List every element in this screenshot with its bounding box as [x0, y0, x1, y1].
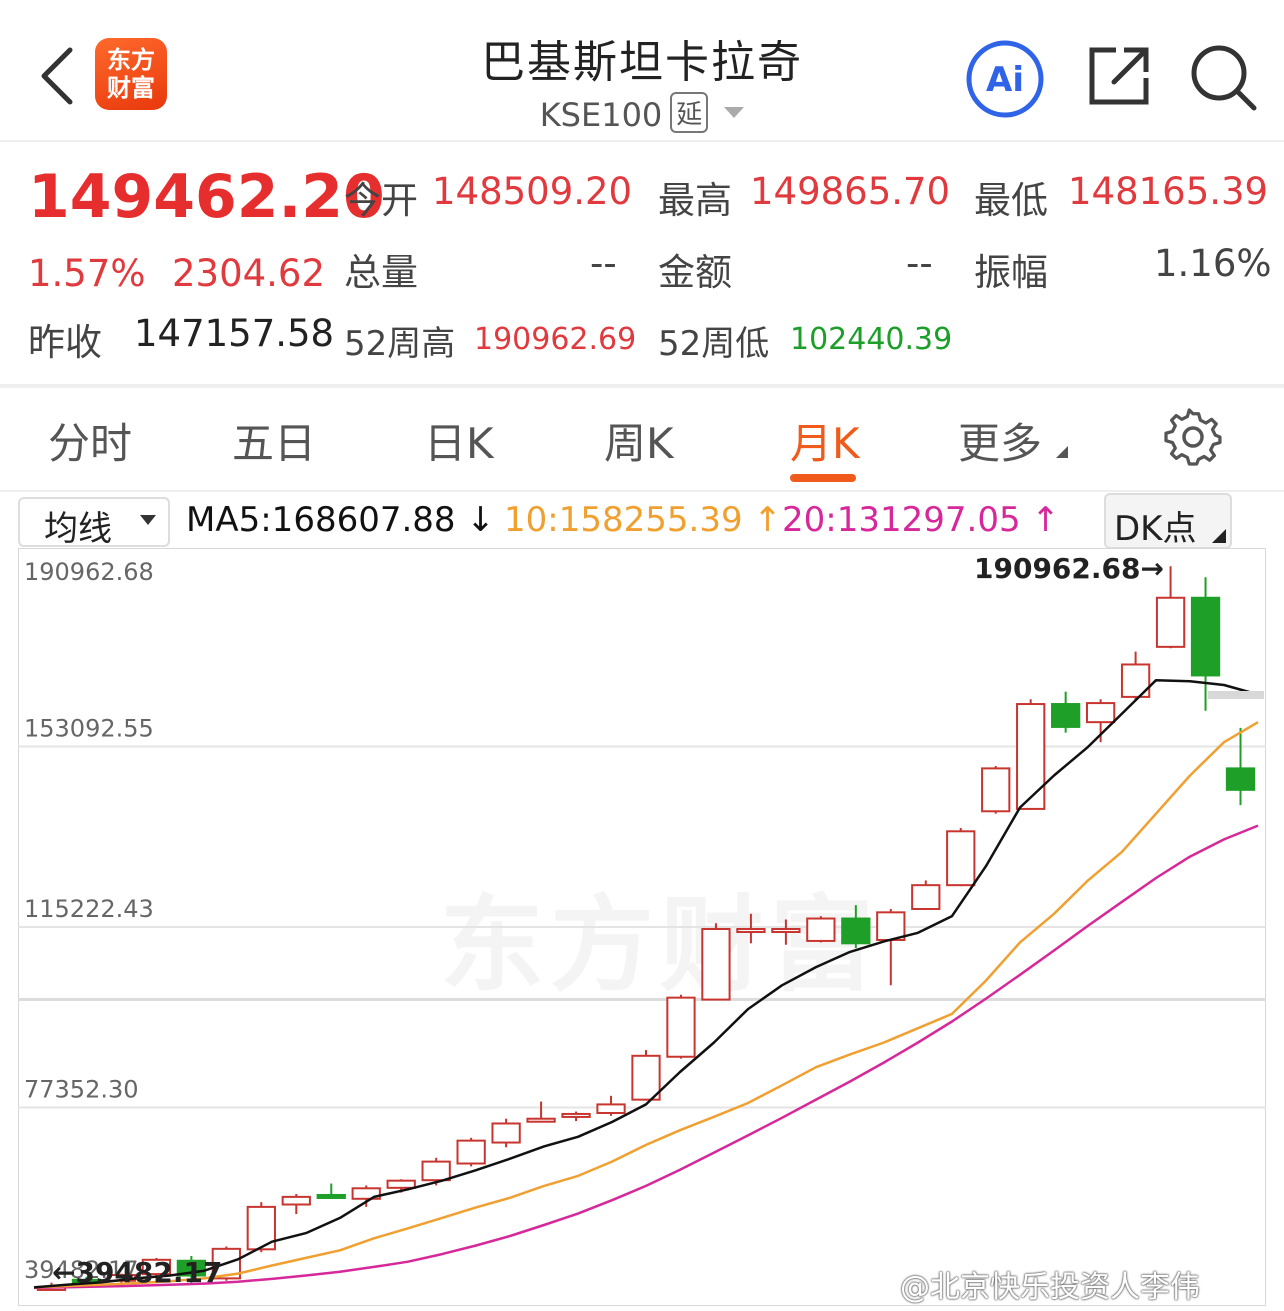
candle-body: [491, 1122, 521, 1144]
indicator-select[interactable]: 均线: [18, 497, 170, 549]
candle-body: [1190, 596, 1221, 677]
week52-high-label: 52周高: [344, 324, 456, 364]
candle-body: [701, 928, 731, 1001]
moving-average-lines: [33, 678, 1259, 1290]
amount-value: --: [906, 242, 933, 285]
candle-body: [806, 917, 836, 942]
ma5-readout: MA5:168607.88 ↓: [186, 500, 495, 540]
tab-monthly-k[interactable]: 月K: [790, 410, 860, 471]
candle-body: [561, 1112, 591, 1118]
candle-body: [386, 1179, 416, 1189]
share-icon[interactable]: [1086, 44, 1152, 108]
high-value: 149865.70: [750, 170, 951, 213]
tab-five-day[interactable]: 五日: [232, 410, 316, 471]
candle-body: [1225, 767, 1256, 791]
caret-down-icon: [140, 515, 156, 525]
candle-body: [456, 1139, 486, 1165]
week52-low-value: 102440.39: [790, 322, 953, 357]
candle-body: [631, 1054, 661, 1101]
candle-body: [596, 1103, 626, 1114]
candle-body: [841, 917, 871, 945]
corner-caret-icon: [1212, 529, 1226, 543]
y-tick-label: 77352.30: [24, 1076, 139, 1104]
tab-weekly-k[interactable]: 周K: [604, 410, 674, 471]
dk-point-label: DK点: [1114, 509, 1197, 549]
amplitude-value: 1.16%: [1154, 242, 1272, 285]
delay-badge: 延: [670, 92, 709, 133]
divider: [0, 490, 1284, 492]
caret-down-icon: [724, 107, 745, 118]
last-price: 149462.20: [28, 162, 385, 232]
volume-value: --: [590, 242, 617, 285]
active-tab-indicator: [790, 474, 856, 482]
high-label: 最高: [658, 179, 732, 222]
divider: [0, 384, 1284, 388]
week52-high-value: 190962.69: [474, 322, 637, 357]
y-tick-label: 153092.55: [24, 715, 154, 743]
ma10-line: [33, 721, 1259, 1289]
candle-body: [526, 1117, 556, 1123]
divider: [0, 140, 1284, 142]
weibo-watermark: @北京快乐投资人李伟: [900, 1270, 1200, 1305]
candle-body: [771, 928, 801, 934]
week52-low-label: 52周低: [658, 324, 770, 364]
y-axis-labels: 190962.68153092.55115222.4377352.3039482…: [24, 558, 154, 1284]
volume-label: 总量: [344, 251, 418, 294]
ai-label: Ai: [986, 60, 1024, 100]
prev-close-label: 昨收: [28, 321, 102, 364]
prev-close-value: 147157.58: [134, 312, 335, 355]
candle-body: [911, 884, 941, 910]
candle-body: [736, 928, 766, 934]
max-price-marker: 190962.68→: [974, 552, 1164, 585]
candle-body: [316, 1193, 346, 1199]
change-value: 2304.62: [172, 252, 326, 295]
tab-daily-k[interactable]: 日K: [424, 410, 494, 471]
candle-body: [1051, 703, 1081, 728]
open-label: 今开: [344, 179, 418, 222]
candle-body: [1016, 703, 1046, 810]
ma20-readout: 20:131297.05 ↑: [782, 500, 1060, 540]
min-price-marker: ←39482.17: [52, 1256, 222, 1289]
current-price-line: [1208, 691, 1264, 699]
low-value: 148165.39: [1068, 170, 1269, 213]
open-value: 148509.20: [432, 170, 633, 213]
indicator-select-label: 均线: [44, 509, 112, 549]
y-tick-label: 115222.43: [24, 895, 154, 923]
tab-more[interactable]: 更多: [958, 410, 1042, 471]
ma5-line: [33, 678, 1259, 1289]
candle-body: [946, 830, 976, 887]
index-code: KSE100: [539, 96, 663, 134]
chart-grid: [18, 745, 1266, 1109]
gear-icon[interactable]: [1164, 408, 1222, 466]
corner-caret-icon: [1056, 446, 1068, 458]
change-percent: 1.57%: [28, 252, 146, 295]
candle-body: [981, 767, 1011, 813]
tab-intraday[interactable]: 分时: [48, 410, 132, 471]
candle-body: [421, 1160, 451, 1182]
search-icon[interactable]: [1188, 42, 1258, 112]
candlestick-series: [36, 566, 1256, 1291]
candle-body: [876, 911, 906, 941]
amplitude-label: 振幅: [974, 251, 1048, 294]
ai-assistant-icon[interactable]: Ai: [962, 40, 1048, 118]
ma10-readout: 10:158255.39 ↑: [504, 500, 782, 540]
candle-body: [281, 1195, 311, 1206]
y-tick-label: 190962.68: [24, 558, 154, 586]
amount-label: 金额: [658, 251, 732, 294]
candle-body: [666, 996, 696, 1058]
dk-point-button[interactable]: DK点: [1104, 493, 1232, 549]
kline-chart[interactable]: 190962.68153092.55115222.4377352.3039482…: [18, 548, 1266, 1306]
candle-body: [1085, 702, 1116, 724]
low-label: 最低: [974, 179, 1048, 222]
candle-body: [1155, 596, 1186, 648]
